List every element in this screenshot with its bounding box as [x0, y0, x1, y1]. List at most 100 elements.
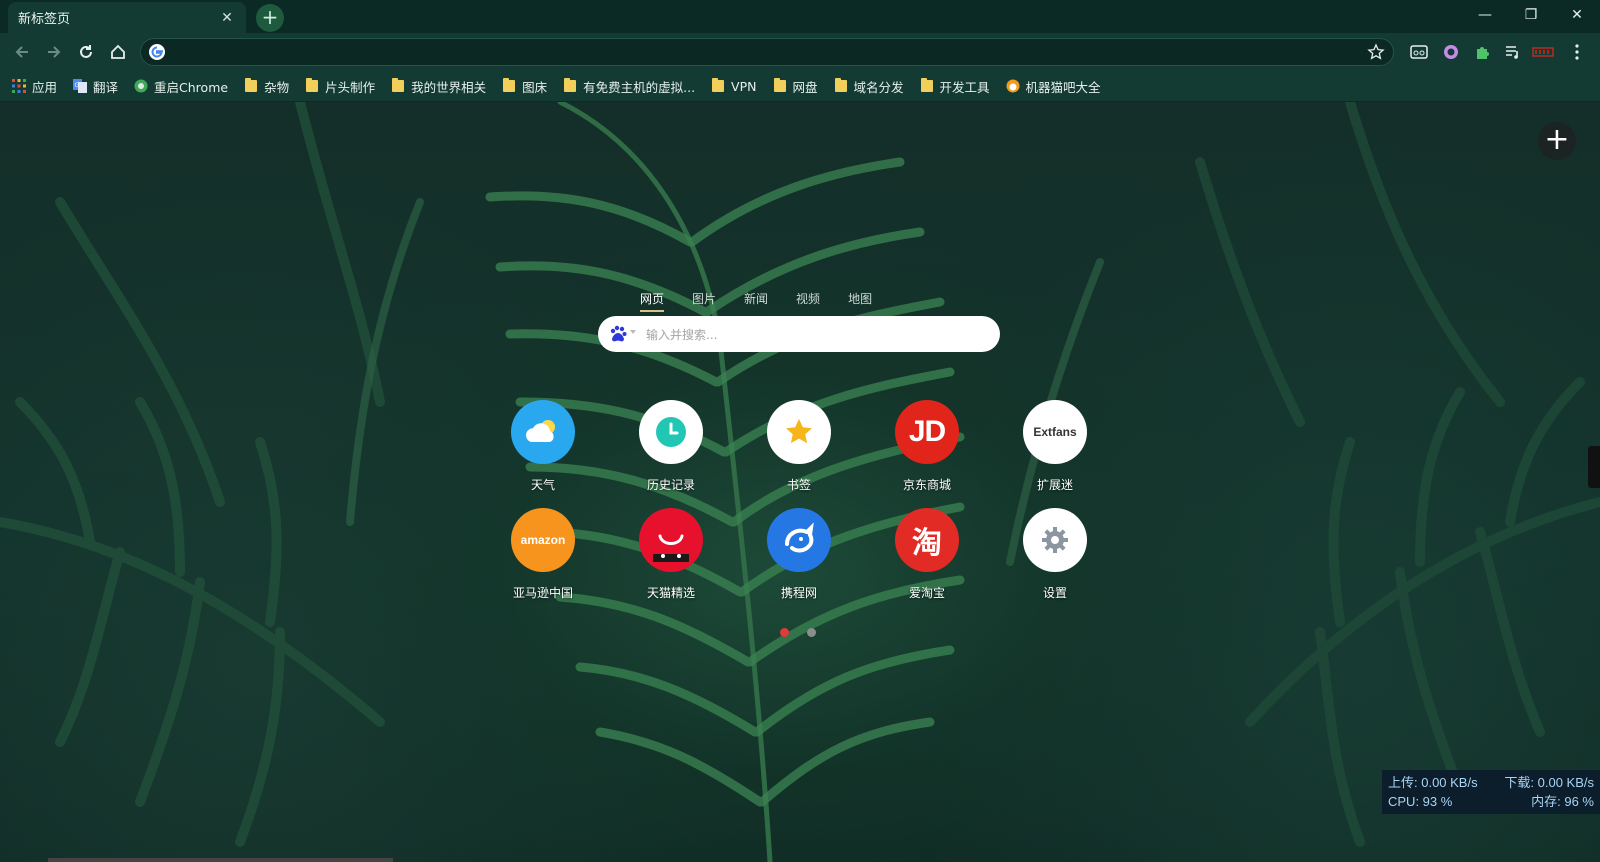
- tab-title: 新标签页: [18, 12, 71, 27]
- memory-usage: 内存: 96 %: [1531, 794, 1594, 809]
- shortcut-jd[interactable]: JD 京东商城: [882, 400, 972, 493]
- shortcut-label: 亚马逊中国: [512, 586, 573, 600]
- bookmark-folder[interactable]: 图床: [502, 77, 547, 96]
- bookmark-folder[interactable]: 杂物: [244, 77, 289, 96]
- search-box[interactable]: [598, 316, 1000, 352]
- folder-icon: [392, 78, 405, 92]
- reader-extension-icon[interactable]: [1408, 41, 1430, 63]
- bookmark-label: 开发工具: [939, 79, 990, 95]
- horizontal-scrollbar[interactable]: [48, 858, 393, 862]
- menu-kebab-icon[interactable]: [1566, 41, 1588, 63]
- bookmark-label: 图床: [522, 79, 548, 95]
- shortcut-amazon[interactable]: amazon 亚马逊中国: [498, 508, 588, 601]
- extfans-logo-icon: Extfans: [1023, 400, 1087, 464]
- translate-icon: G: [73, 79, 88, 93]
- search-type-tabs: 网页 图片 新闻 视频 地图: [640, 290, 872, 312]
- shortcut-tmall[interactable]: 天猫精选: [626, 508, 716, 601]
- shortcut-label: 携程网: [780, 586, 817, 600]
- home-button[interactable]: [104, 38, 132, 66]
- apps-grid-icon: [12, 79, 26, 93]
- bookmarks-bar: 应用 G 翻译 重启Chrome 杂物 片头制作 我的世界相关 图床 有免费主机…: [0, 71, 1600, 102]
- minimize-button[interactable]: —: [1462, 0, 1508, 30]
- restore-button[interactable]: ❐: [1508, 0, 1554, 30]
- bookmark-star-icon[interactable]: [1367, 43, 1385, 61]
- system-monitor-widget: 上传: 0.00 KB/s 下载: 0.00 KB/s CPU: 93 % 内存…: [1382, 770, 1600, 814]
- gear-icon: [1023, 508, 1087, 572]
- back-button[interactable]: [8, 38, 36, 66]
- tmall-logo-icon: [639, 508, 703, 572]
- bookmark-label: 有免费主机的虚拟...: [583, 79, 696, 95]
- shortcut-label: 历史记录: [646, 478, 695, 492]
- shortcut-ctrip[interactable]: 携程网: [754, 508, 844, 601]
- engine-dropdown-icon[interactable]: [630, 330, 636, 334]
- playlist-icon[interactable]: [1502, 41, 1524, 63]
- circle-extension-icon[interactable]: [1440, 41, 1462, 63]
- search-tab-map[interactable]: 地图: [848, 290, 872, 312]
- bookmark-label: 应用: [32, 79, 58, 95]
- bookmark-folder[interactable]: 我的世界相关: [391, 77, 486, 96]
- bookmark-label: 我的世界相关: [411, 79, 487, 95]
- home-icon: [111, 44, 125, 59]
- shortcut-taobao[interactable]: 淘 爱淘宝: [882, 508, 972, 601]
- bookmark-folder[interactable]: 有免费主机的虚拟...: [563, 77, 695, 96]
- extensions-puzzle-icon[interactable]: [1472, 41, 1494, 63]
- folder-icon: [503, 78, 516, 92]
- new-tab-button[interactable]: +: [256, 4, 284, 32]
- search-tab-video[interactable]: 视频: [796, 290, 820, 312]
- bookmark-folder[interactable]: 域名分发: [834, 77, 904, 96]
- search-tab-news[interactable]: 新闻: [744, 290, 768, 312]
- clock-icon: [639, 400, 703, 464]
- bookmark-translate[interactable]: G 翻译: [73, 77, 118, 96]
- bookmark-label: 网盘: [792, 79, 818, 95]
- shortcut-settings[interactable]: 设置: [1010, 508, 1100, 601]
- shortcut-weather[interactable]: 天气: [498, 400, 588, 493]
- folder-icon: [834, 78, 847, 92]
- bookmark-folder[interactable]: 网盘: [773, 77, 818, 96]
- bookmark-apps[interactable]: 应用: [12, 77, 57, 96]
- red-extension-icon[interactable]: [1532, 41, 1554, 63]
- shortcut-bookmarks[interactable]: 书签: [754, 400, 844, 493]
- new-tab-page: + 网页 图片 新闻 视频 地图 天气 历史记录: [0, 102, 1600, 862]
- toolbar: [0, 33, 1600, 71]
- bookmark-folder[interactable]: 开发工具: [920, 77, 990, 96]
- jd-logo-icon: JD: [895, 400, 959, 464]
- close-tab-icon[interactable]: ✕: [218, 9, 236, 27]
- search-tab-images[interactable]: 图片: [692, 290, 716, 312]
- bookmark-label: 翻译: [93, 79, 119, 95]
- page-dot[interactable]: [807, 628, 816, 637]
- bookmark-folder[interactable]: VPN: [711, 78, 757, 94]
- shortcut-label: 京东商城: [902, 478, 951, 492]
- shortcut-label: 书签: [786, 478, 811, 492]
- bookmark-label: 片头制作: [325, 79, 376, 95]
- close-window-button[interactable]: ✕: [1554, 0, 1600, 30]
- bookmark-label: VPN: [731, 78, 757, 94]
- tab-strip: 新标签页 ✕ + — ❐ ✕: [0, 0, 1600, 33]
- reload-button[interactable]: [72, 38, 100, 66]
- bookmark-folder[interactable]: 片头制作: [305, 77, 375, 96]
- tab-new-tab[interactable]: 新标签页 ✕: [8, 2, 246, 33]
- shortcut-label: 天气: [530, 478, 555, 492]
- forward-arrow-icon: [48, 46, 61, 58]
- search-input[interactable]: [644, 324, 988, 346]
- shortcut-history[interactable]: 历史记录: [626, 400, 716, 493]
- baidu-paw-icon[interactable]: [608, 324, 628, 344]
- shortcut-extfans[interactable]: Extfans 扩展迷: [1010, 400, 1100, 493]
- page-dot-active[interactable]: [780, 628, 789, 637]
- forward-button[interactable]: [40, 38, 68, 66]
- folder-icon: [564, 78, 577, 92]
- address-input[interactable]: [175, 43, 1339, 65]
- star-icon: [767, 400, 831, 464]
- amazon-logo-icon: amazon: [511, 508, 575, 572]
- ctrip-dolphin-icon: [767, 508, 831, 572]
- upload-speed: 上传: 0.00 KB/s: [1388, 775, 1478, 790]
- folder-icon: [306, 78, 319, 92]
- back-arrow-icon: [15, 46, 28, 58]
- folder-icon: [920, 78, 933, 92]
- side-panel-handle[interactable]: [1588, 446, 1600, 488]
- search-tab-web[interactable]: 网页: [640, 290, 665, 312]
- bookmark-restart-chrome[interactable]: 重启Chrome: [134, 77, 228, 96]
- taobao-logo-icon: 淘: [895, 508, 959, 572]
- bookmark-doraemon[interactable]: 机器猫吧大全: [1006, 77, 1101, 96]
- add-widget-button[interactable]: +: [1538, 122, 1576, 160]
- address-bar[interactable]: [140, 38, 1394, 66]
